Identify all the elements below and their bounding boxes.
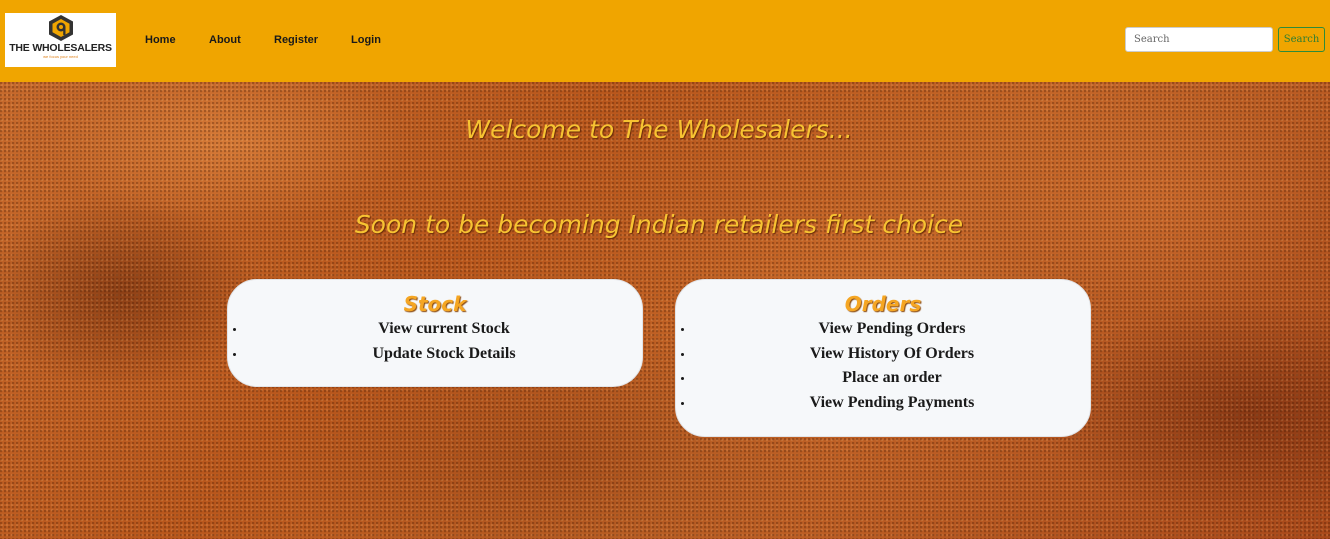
stock-card: Stock View current Stock Update Stock De… [227, 279, 643, 387]
stock-card-title: Stock [403, 292, 467, 316]
logo-title: THE WHOLESALERS [9, 42, 112, 54]
stock-menu-item-view-current[interactable]: View current Stock [246, 317, 642, 342]
textured-background [0, 82, 1330, 539]
subtitle-heading: Soon to be becoming Indian retailers fir… [354, 210, 964, 239]
orders-card: Orders View Pending Orders View History … [675, 279, 1091, 437]
orders-card-title: Orders [844, 292, 922, 316]
search-button[interactable]: Search [1278, 27, 1325, 52]
orders-menu-list: View Pending Orders View History Of Orde… [676, 317, 1090, 415]
navbar: THE WHOLESALERS we focus your need Home … [0, 0, 1330, 82]
nav-link-home[interactable]: Home [145, 34, 176, 46]
hero-section: Welcome to The Wholesalers... Soon to be… [0, 82, 1330, 539]
orders-menu-item-history[interactable]: View History Of Orders [694, 342, 1090, 367]
brand-logo[interactable]: THE WHOLESALERS we focus your need [5, 13, 116, 67]
search-input[interactable] [1125, 27, 1273, 52]
stock-menu-item-update-details[interactable]: Update Stock Details [246, 342, 642, 367]
welcome-heading: Welcome to The Wholesalers... [465, 115, 853, 144]
stock-menu-list: View current Stock Update Stock Details [228, 317, 642, 366]
orders-menu-item-place-order[interactable]: Place an order [694, 366, 1090, 391]
logo-tagline: we focus your need [43, 54, 78, 59]
nav-link-register[interactable]: Register [274, 34, 318, 46]
nav-link-login[interactable]: Login [351, 34, 381, 46]
orders-menu-item-pending-payments[interactable]: View Pending Payments [694, 391, 1090, 416]
nav-link-about[interactable]: About [209, 34, 241, 46]
hexagon-logo-icon [48, 15, 73, 41]
orders-menu-item-pending[interactable]: View Pending Orders [694, 317, 1090, 342]
